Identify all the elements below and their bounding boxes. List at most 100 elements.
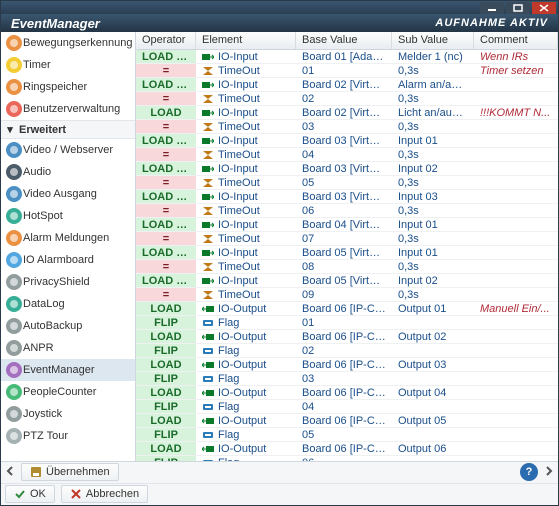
help-button[interactable]: ? <box>520 463 538 481</box>
sidebar-item-label: Joystick <box>23 408 62 420</box>
col-operator[interactable]: Operator <box>136 32 196 49</box>
sidebar-item-top-2[interactable]: Ringspeicher <box>1 76 135 98</box>
globe-icon <box>5 141 23 159</box>
sidebar-item-top-0[interactable]: Bewegungserkennung <box>1 32 135 54</box>
flag-icon <box>202 402 214 412</box>
table-row[interactable]: =TimeOut010,3sTimer setzen <box>136 64 558 78</box>
table-row[interactable]: FLIPFlag04 <box>136 400 558 414</box>
chevron-left-icon[interactable] <box>5 466 15 479</box>
table-row[interactable]: =TimeOut070,3s <box>136 232 558 246</box>
table-row[interactable]: =TimeOut040,3s <box>136 148 558 162</box>
table-row[interactable]: FLIPFlag02 <box>136 344 558 358</box>
cell-operator: FLIP <box>136 344 196 357</box>
table-row[interactable]: FLIPFlag05 <box>136 428 558 442</box>
col-subvalue[interactable]: Sub Value <box>392 32 474 49</box>
sidebar-item-ext-10[interactable]: EventManager <box>1 359 135 381</box>
sidebar-item-label: IO Alarmboard <box>23 254 94 266</box>
app-body: BewegungserkennungTimer Ringspeicher Benut… <box>1 32 558 461</box>
window-maximize-button[interactable] <box>506 2 530 14</box>
sidebar-item-ext-9[interactable]: ANPR <box>1 337 135 359</box>
cell-operator: LOAD <box>136 442 196 455</box>
cell-comment <box>474 386 558 399</box>
cell-basevalue: Board 06 [IP-Camera] <box>296 414 392 427</box>
table-row[interactable]: FLIPFlag03 <box>136 372 558 386</box>
vout-icon <box>5 185 23 203</box>
sidebar-item-ext-0[interactable]: Video / Webserver <box>1 139 135 161</box>
to-icon <box>202 262 214 272</box>
col-element[interactable]: Element <box>196 32 296 49</box>
sidebar-item-ext-8[interactable]: AutoBackup <box>1 315 135 337</box>
cell-subvalue: 0,3s <box>392 120 474 133</box>
sidebar-item-ext-3[interactable]: HotSpot <box>1 205 135 227</box>
sidebar-item-label: Video / Webserver <box>23 144 113 156</box>
sidebar-item-label: Benutzerverwaltung <box>23 103 120 115</box>
sidebar-item-ext-13[interactable]: PTZ Tour <box>1 425 135 447</box>
table-row[interactable]: =TimeOut090,3s <box>136 288 558 302</box>
table-row[interactable]: LOAD NOTIO-InputBoard 05 [Virtual]Input … <box>136 274 558 288</box>
cell-operator: LOAD NOT <box>136 190 196 203</box>
sidebar-item-top-3[interactable]: Benutzerverwaltung <box>1 98 135 120</box>
col-comment[interactable]: Comment <box>474 32 558 49</box>
table-row[interactable]: =TimeOut060,3s <box>136 204 558 218</box>
cell-basevalue: Board 02 [Virtual] <box>296 106 392 119</box>
cell-operator: = <box>136 232 196 245</box>
table-row[interactable]: =TimeOut030,3s <box>136 120 558 134</box>
cell-comment: Wenn IRs <box>474 50 558 63</box>
ok-button[interactable]: OK <box>5 485 55 503</box>
cell-comment <box>474 372 558 385</box>
sidebar-item-ext-12[interactable]: Joystick <box>1 403 135 425</box>
ioboard-icon <box>5 251 23 269</box>
cell-comment <box>474 120 558 133</box>
alarm-icon <box>5 229 23 247</box>
table-row[interactable]: =TimeOut050,3s <box>136 176 558 190</box>
cancel-button[interactable]: Abbrechen <box>61 485 148 503</box>
col-basevalue[interactable]: Base Value <box>296 32 392 49</box>
table-row[interactable]: LOAD NOTIO-InputBoard 02 [Virtual]Alarm … <box>136 78 558 92</box>
cell-subvalue: 0,3s <box>392 92 474 105</box>
table-row[interactable]: LOADIO-OutputBoard 06 [IP-Camera]Output … <box>136 414 558 428</box>
cell-element: Flag <box>196 400 296 413</box>
table-row[interactable]: LOADIO-InputBoard 02 [Virtual]Licht an/a… <box>136 106 558 120</box>
sidebar-item-ext-7[interactable]: DataLog <box>1 293 135 315</box>
sidebar-item-ext-11[interactable]: PeopleCounter <box>1 381 135 403</box>
apply-button[interactable]: Übernehmen <box>21 463 119 481</box>
cell-operator: LOAD NOT <box>136 162 196 175</box>
sidebar-item-label: PeopleCounter <box>23 386 96 398</box>
table-row[interactable]: LOAD NOTIO-InputBoard 04 [Virtual]Input … <box>136 218 558 232</box>
table-row[interactable]: LOADIO-OutputBoard 06 [IP-Camera]Output … <box>136 358 558 372</box>
sidebar-item-top-1[interactable]: Timer <box>1 54 135 76</box>
sidebar-item-ext-2[interactable]: Video Ausgang <box>1 183 135 205</box>
cell-basevalue: 02 <box>296 92 392 105</box>
table-row[interactable]: LOADIO-OutputBoard 06 [IP-Camera]Output … <box>136 386 558 400</box>
chevron-right-icon[interactable] <box>544 466 554 479</box>
grid-body[interactable]: LOAD NOTIO-InputBoard 01 [Adam 6x]Melder… <box>136 50 558 461</box>
sidebar-item-ext-4[interactable]: Alarm Meldungen <box>1 227 135 249</box>
sidebar-item-label: Ringspeicher <box>23 81 87 93</box>
table-row[interactable]: LOAD NOTIO-InputBoard 03 [Virtual]Input … <box>136 134 558 148</box>
table-row[interactable]: LOADIO-OutputBoard 06 [IP-Camera]Output … <box>136 302 558 316</box>
table-row[interactable]: =TimeOut020,3s <box>136 92 558 106</box>
table-row[interactable]: LOAD NOTIO-InputBoard 01 [Adam 6x]Melder… <box>136 50 558 64</box>
cell-element: TimeOut <box>196 64 296 77</box>
table-row[interactable]: LOAD NOTIO-InputBoard 05 [Virtual]Input … <box>136 246 558 260</box>
table-row[interactable]: LOADIO-OutputBoard 06 [IP-Camera]Output … <box>136 442 558 456</box>
event-icon <box>5 361 23 379</box>
table-row[interactable]: FLIPFlag01 <box>136 316 558 330</box>
sidebar-item-ext-1[interactable]: Audio <box>1 161 135 183</box>
cell-element: TimeOut <box>196 92 296 105</box>
in-icon <box>202 108 214 118</box>
window-minimize-button[interactable] <box>480 2 504 14</box>
table-row[interactable]: =TimeOut080,3s <box>136 260 558 274</box>
cell-subvalue: Input 01 <box>392 246 474 259</box>
cell-operator: LOAD NOT <box>136 246 196 259</box>
sidebar-item-ext-6[interactable]: PrivacyShield <box>1 271 135 293</box>
cell-operator: = <box>136 148 196 161</box>
sidebar-item-ext-5[interactable]: IO Alarmboard <box>1 249 135 271</box>
table-row[interactable]: LOAD NOTIO-InputBoard 03 [Virtual]Input … <box>136 162 558 176</box>
table-row[interactable]: LOAD NOTIO-InputBoard 03 [Virtual]Input … <box>136 190 558 204</box>
table-row[interactable]: LOADIO-OutputBoard 06 [IP-Camera]Output … <box>136 330 558 344</box>
sidebar-group-erweitert[interactable]: ▾Erweitert <box>1 120 135 139</box>
window-close-button[interactable] <box>532 2 556 14</box>
cell-basevalue: 05 <box>296 176 392 189</box>
to-icon <box>202 150 214 160</box>
